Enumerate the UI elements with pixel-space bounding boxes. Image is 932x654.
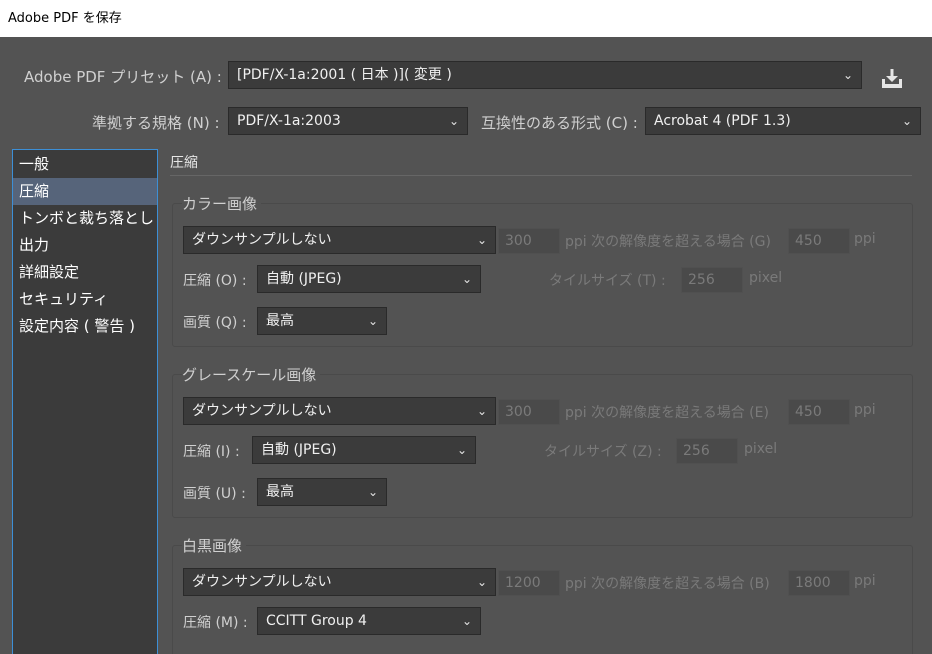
mono-downsample-select[interactable]: ダウンサンプルしない ⌄	[183, 568, 496, 596]
gray-ppi-unit: ppi	[854, 402, 876, 418]
color-quality-label: 画質 (Q) :	[183, 315, 247, 331]
gray-downsample-select[interactable]: ダウンサンプルしない ⌄	[183, 397, 496, 425]
chevron-down-icon: ⌄	[476, 233, 487, 247]
preset-label: Adobe PDF プリセット (A) :	[24, 68, 222, 86]
compat-select[interactable]: Acrobat 4 (PDF 1.3) ⌄	[645, 107, 921, 135]
color-quality-value: 最高	[266, 313, 294, 329]
color-compression-select[interactable]: 自動 (JPEG) ⌄	[257, 265, 481, 293]
mono-compression-value: CCITT Group 4	[266, 613, 367, 629]
chevron-down-icon: ⌄	[456, 443, 467, 457]
chevron-down-icon: ⌄	[476, 404, 487, 418]
compat-label: 互換性のある形式 (C) :	[481, 114, 638, 132]
mono-compression-label: 圧縮 (M) :	[183, 615, 248, 631]
mono-ppi-input[interactable]: 1200	[498, 570, 560, 596]
mono-downsample-value: ダウンサンプルしない	[192, 574, 332, 590]
save-preset-icon[interactable]	[876, 64, 908, 92]
pdf-save-dialog: Adobe PDF を保存 Adobe PDF プリセット (A) : [PDF…	[0, 0, 932, 654]
sidebar-item-marks-bleeds[interactable]: トンボと裁ち落とし	[13, 205, 157, 232]
chevron-down-icon: ⌄	[461, 272, 472, 286]
gray-tile-unit: pixel	[744, 441, 778, 457]
section-divider	[170, 175, 912, 176]
preset-select[interactable]: [PDF/X-1a:2001 ( 日本 )]( 変更 ) ⌄	[228, 61, 862, 89]
color-compression-label: 圧縮 (O) :	[183, 273, 247, 289]
mono-ppi-above-label: ppi 次の解像度を超える場合 (B)	[565, 576, 770, 592]
color-ppi-above-label: ppi 次の解像度を超える場合 (G)	[565, 234, 771, 250]
gray-downsample-value: ダウンサンプルしない	[192, 403, 332, 419]
color-tile-unit: pixel	[749, 270, 783, 286]
chevron-down-icon: ⌄	[367, 314, 378, 328]
color-tile-label: タイルサイズ (T) :	[549, 273, 666, 289]
gray-compression-select[interactable]: 自動 (JPEG) ⌄	[252, 436, 476, 464]
mono-images-group	[172, 545, 913, 654]
gray-compression-value: 自動 (JPEG)	[261, 442, 337, 458]
gray-ppi-above-input[interactable]: 450	[788, 399, 850, 425]
color-compression-value: 自動 (JPEG)	[266, 271, 342, 287]
gray-ppi-above-label: ppi 次の解像度を超える場合 (E)	[565, 405, 769, 421]
gray-compression-label: 圧縮 (I) :	[183, 444, 240, 460]
chevron-down-icon: ⌄	[476, 575, 487, 589]
standard-select[interactable]: PDF/X-1a:2003 ⌄	[228, 107, 468, 135]
color-downsample-value: ダウンサンプルしない	[192, 232, 332, 248]
color-ppi-unit: ppi	[854, 231, 876, 247]
chevron-down-icon: ⌄	[448, 114, 459, 128]
color-quality-select[interactable]: 最高 ⌄	[257, 307, 387, 335]
standard-label: 準拠する規格 (N) :	[92, 114, 220, 132]
mono-compression-select[interactable]: CCITT Group 4 ⌄	[257, 607, 481, 635]
chevron-down-icon: ⌄	[461, 614, 472, 628]
chevron-down-icon: ⌄	[901, 114, 912, 128]
sidebar-item-compression[interactable]: 圧縮	[13, 178, 157, 205]
color-tile-input[interactable]: 256	[681, 267, 743, 293]
gray-quality-label: 画質 (U) :	[183, 486, 246, 502]
sidebar-item-general[interactable]: 一般	[13, 151, 157, 178]
chevron-down-icon: ⌄	[367, 485, 378, 499]
color-ppi-above-input[interactable]: 450	[788, 228, 850, 254]
sidebar-item-output[interactable]: 出力	[13, 232, 157, 259]
gray-tile-input[interactable]: 256	[676, 438, 738, 464]
sidebar-item-summary[interactable]: 設定内容 ( 警告 )	[13, 313, 157, 340]
gray-quality-select[interactable]: 最高 ⌄	[257, 478, 387, 506]
section-title: 圧縮	[170, 155, 198, 171]
color-downsample-select[interactable]: ダウンサンプルしない ⌄	[183, 226, 496, 254]
window-title: Adobe PDF を保存	[0, 0, 932, 37]
gray-ppi-input[interactable]: 300	[498, 399, 560, 425]
gray-quality-value: 最高	[266, 484, 294, 500]
gray-images-title: グレースケール画像	[182, 364, 321, 385]
mono-ppi-unit: ppi	[854, 573, 876, 589]
mono-images-title: 白黒画像	[182, 535, 247, 556]
color-images-title: カラー画像	[182, 193, 262, 214]
sidebar-item-advanced[interactable]: 詳細設定	[13, 259, 157, 286]
chevron-down-icon: ⌄	[842, 68, 853, 82]
gray-tile-label: タイルサイズ (Z) :	[544, 444, 662, 460]
compat-value: Acrobat 4 (PDF 1.3)	[654, 113, 791, 129]
mono-ppi-above-input[interactable]: 1800	[788, 570, 850, 596]
preset-value: [PDF/X-1a:2001 ( 日本 )]( 変更 )	[237, 67, 452, 83]
color-ppi-input[interactable]: 300	[498, 228, 560, 254]
standard-value: PDF/X-1a:2003	[237, 113, 341, 129]
settings-sidebar: 一般 圧縮 トンボと裁ち落とし 出力 詳細設定 セキュリティ 設定内容 ( 警告…	[12, 149, 158, 654]
sidebar-item-security[interactable]: セキュリティ	[13, 286, 157, 313]
